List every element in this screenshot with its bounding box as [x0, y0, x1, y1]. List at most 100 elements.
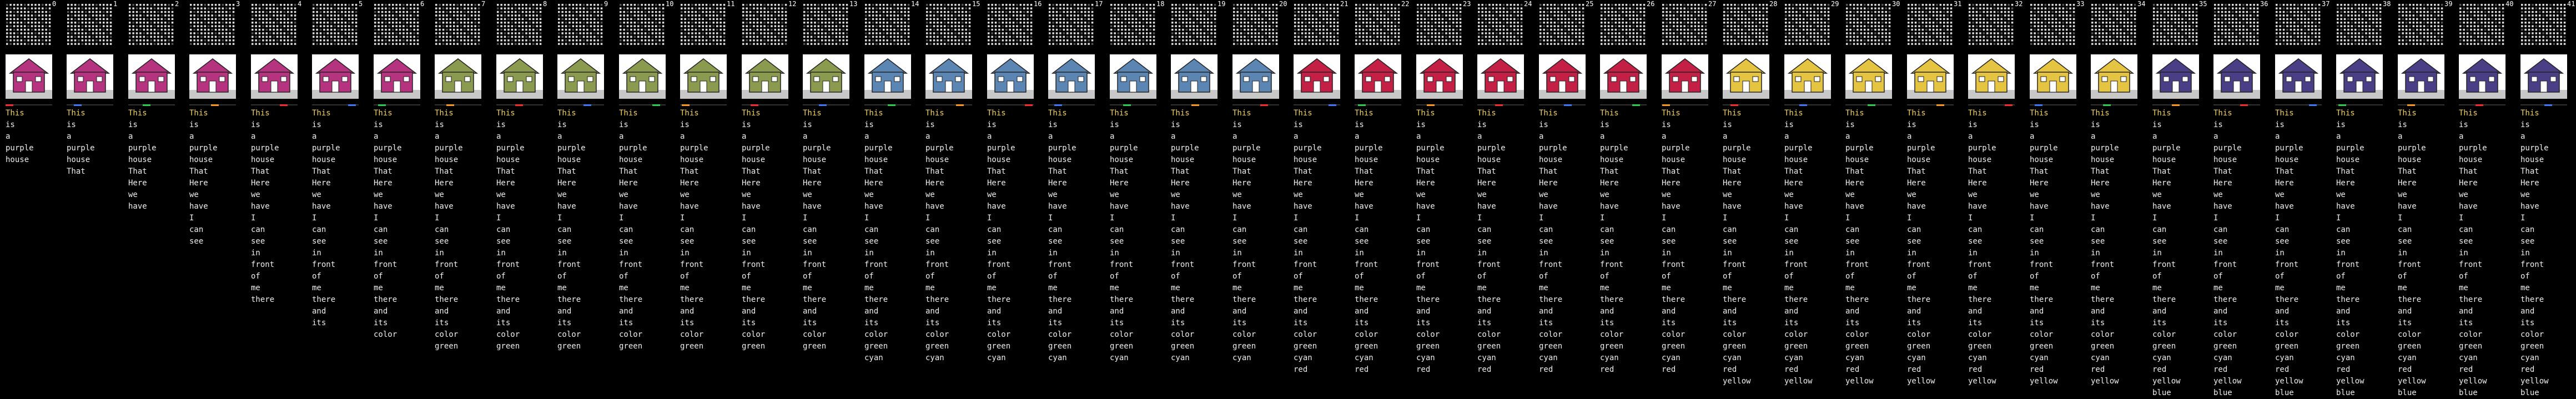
- caption-word: a: [1171, 132, 1176, 141]
- caption-word: That: [2398, 167, 2417, 176]
- frame-caption: This is a purple house That Here we have Ican see i…: [2152, 108, 2202, 399]
- caption-word: a: [2520, 132, 2525, 141]
- caption-word: its: [1784, 319, 1799, 327]
- caption-word: red: [1294, 365, 1308, 374]
- caption-word: yellow: [2520, 377, 2549, 386]
- caption-word: is: [925, 120, 935, 129]
- caption-word: is: [1723, 120, 1732, 129]
- caption-word: have: [1048, 202, 1067, 211]
- caption-word: green: [680, 342, 704, 351]
- caption-word: can: [619, 225, 633, 234]
- frame-number: 41: [2567, 0, 2575, 8]
- caption-word: house: [374, 155, 398, 164]
- caption-word: see: [1232, 237, 1247, 246]
- caption-word: Here: [1968, 179, 1987, 188]
- caption-word: see: [2152, 237, 2167, 246]
- frame-number: 27: [1708, 0, 1717, 8]
- caption-word: is: [1968, 120, 1978, 129]
- caption-word: This: [1968, 109, 1987, 118]
- caption-word: have: [2091, 202, 2110, 211]
- caption-word: is: [987, 120, 997, 129]
- caption-word: color: [1845, 330, 1869, 339]
- caption-word: purple: [1600, 144, 1628, 153]
- caption-word: This: [1907, 109, 1926, 118]
- caption-word: and: [2030, 307, 2044, 316]
- caption-word: we: [312, 190, 321, 199]
- caption-word: there: [680, 295, 704, 304]
- caption-word: we: [1048, 190, 1058, 199]
- caption-word: I: [1416, 214, 1421, 223]
- caption-word: This: [1171, 109, 1190, 118]
- caption-word: me: [1539, 284, 1548, 292]
- caption-word: see: [251, 237, 265, 246]
- caption-word: in: [2520, 249, 2530, 257]
- caption-word: see: [1662, 237, 1676, 246]
- caption-word: That: [189, 167, 208, 176]
- caption-word: red: [1845, 365, 1860, 374]
- house-icon: [189, 54, 236, 99]
- caption-word: in: [1294, 249, 1303, 257]
- caption-word: This: [1477, 109, 1496, 118]
- caption-word: That: [496, 167, 515, 176]
- caption-word: its: [2275, 319, 2290, 327]
- caption-word: That: [1600, 167, 1619, 176]
- frame-number: 4: [298, 0, 302, 8]
- caption-word: front: [2398, 260, 2422, 269]
- caption-word: This: [2520, 109, 2539, 118]
- house-icon: [864, 54, 911, 99]
- caption-word: in: [619, 249, 628, 257]
- caption-word: is: [1662, 120, 1671, 129]
- caption-word: in: [2459, 249, 2468, 257]
- caption-word: color: [1784, 330, 1808, 339]
- token-marker: [128, 104, 175, 106]
- house-icon: [1784, 54, 1831, 99]
- caption-word: its: [619, 319, 633, 327]
- frame-number: 29: [1831, 0, 1839, 8]
- caption-word: color: [496, 330, 520, 339]
- caption-word: a: [2213, 132, 2218, 141]
- attention-grid-icon: [496, 3, 543, 47]
- caption-word: blue: [2275, 388, 2294, 397]
- caption-word: a: [925, 132, 930, 141]
- caption-word: front: [1355, 260, 1378, 269]
- caption-word: house: [1232, 155, 1256, 164]
- caption-word: can: [2152, 225, 2167, 234]
- caption-word: house: [1539, 155, 1563, 164]
- frame-15: 15 This is a purple house That Here we have Ican se…: [920, 0, 981, 394]
- caption-word: there: [2459, 295, 2483, 304]
- caption-word: Here: [435, 179, 454, 188]
- attention-grid-icon: [987, 3, 1034, 47]
- caption-word: cyan: [1110, 353, 1129, 362]
- caption-word: me: [2336, 284, 2346, 292]
- caption-word: there: [557, 295, 581, 304]
- caption-word: front: [2275, 260, 2299, 269]
- caption-word: green: [2030, 342, 2054, 351]
- caption-word: This: [1232, 109, 1251, 118]
- house-icon: [680, 54, 727, 99]
- caption-word: color: [1907, 330, 1931, 339]
- caption-word: cyan: [2152, 353, 2171, 362]
- caption-word: we: [2030, 190, 2039, 199]
- caption-word: cyan: [2213, 353, 2232, 362]
- caption-word: purple: [1355, 144, 1383, 153]
- caption-word: color: [1355, 330, 1378, 339]
- caption-word: me: [680, 284, 690, 292]
- house-icon: [2336, 54, 2383, 99]
- caption-word: I: [557, 214, 562, 223]
- caption-word: in: [557, 249, 567, 257]
- caption-word: purple: [1662, 144, 1690, 153]
- frame-caption: This is a purple house That Here we have Ican see i…: [1600, 108, 1650, 376]
- caption-word: That: [2030, 167, 2049, 176]
- caption-word: is: [1907, 120, 1916, 129]
- caption-word: me: [557, 284, 567, 292]
- caption-word: purple: [2275, 144, 2303, 153]
- caption-word: there: [1968, 295, 1992, 304]
- caption-word: see: [1048, 237, 1063, 246]
- caption-word: red: [1600, 365, 1614, 374]
- caption-word: a: [251, 132, 256, 141]
- caption-word: blue: [2336, 388, 2355, 397]
- caption-word: yellow: [2336, 377, 2364, 386]
- token-marker: [2091, 104, 2137, 106]
- caption-word: house: [1845, 155, 1869, 164]
- caption-word: in: [1232, 249, 1242, 257]
